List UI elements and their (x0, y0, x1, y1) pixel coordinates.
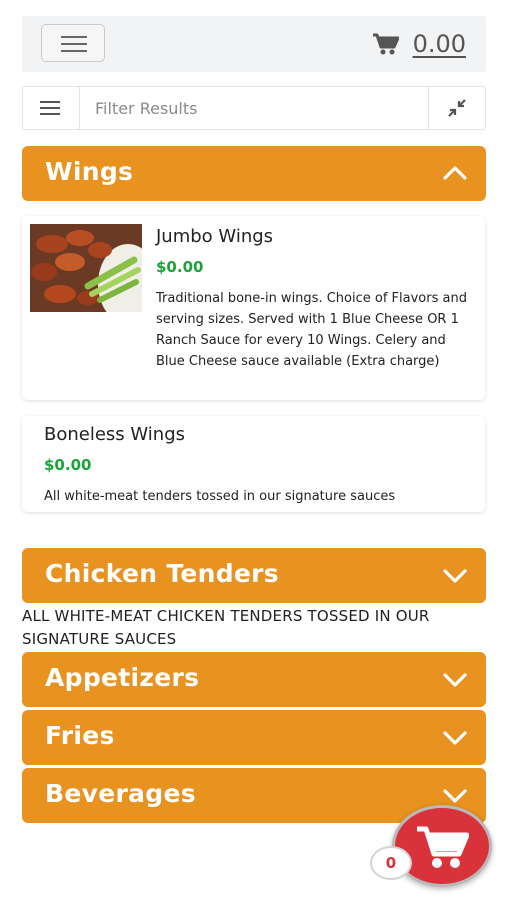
cart-total[interactable]: 0.00 (413, 30, 466, 58)
item-name[interactable]: Jumbo Wings (156, 226, 273, 247)
category-note: ALL WHITE-MEAT CHICKEN TENDERS TOSSED IN… (22, 607, 430, 648)
menu-item-boneless-wings[interactable]: Boneless Wings $0.00 All white-meat tend… (22, 416, 485, 512)
category-title: Appetizers (45, 663, 200, 692)
jumbo-wings-photo (30, 224, 142, 312)
menu-button[interactable] (41, 24, 105, 62)
chevron-up-icon (443, 166, 467, 180)
category-header-wings[interactable]: Wings (22, 146, 486, 201)
category-header-chicken-tenders[interactable]: Chicken Tenders (22, 548, 486, 603)
item-price: $0.00 (156, 258, 204, 276)
category-title: Wings (45, 157, 134, 186)
cart-total-link[interactable]: 0.00 (372, 28, 466, 60)
filter-bar (22, 86, 486, 130)
category-title: Beverages (45, 779, 196, 808)
menu-item-jumbo-wings[interactable]: Jumbo Wings $0.00 Traditional bone-in wi… (22, 216, 485, 400)
item-description: Traditional bone-in wings. Choice of Fla… (156, 291, 467, 369)
chevron-down-icon (443, 731, 467, 745)
category-header-appetizers[interactable]: Appetizers (22, 652, 486, 707)
filter-input[interactable] (80, 87, 428, 129)
category-title: Chicken Tenders (45, 559, 279, 588)
hamburger-icon (61, 36, 87, 38)
chevron-down-icon (443, 789, 467, 803)
category-header-fries[interactable]: Fries (22, 710, 486, 765)
floating-cart-button[interactable] (392, 805, 492, 887)
cart-icon (417, 826, 469, 868)
collapse-all-button[interactable] (428, 87, 485, 129)
item-name[interactable]: Boneless Wings (44, 424, 185, 445)
list-toggle-button[interactable] (23, 87, 80, 129)
top-bar: 0.00 (22, 16, 486, 72)
category-title: Fries (45, 721, 115, 750)
chevron-down-icon (443, 673, 467, 687)
cart-count-badge[interactable]: 0 (370, 846, 412, 880)
item-price: $0.00 (44, 456, 92, 474)
cart-icon (372, 33, 399, 55)
chevron-down-icon (443, 569, 467, 583)
item-description: All white-meat tenders tossed in our sig… (44, 489, 396, 504)
compress-icon (448, 99, 466, 117)
list-icon (40, 101, 60, 103)
